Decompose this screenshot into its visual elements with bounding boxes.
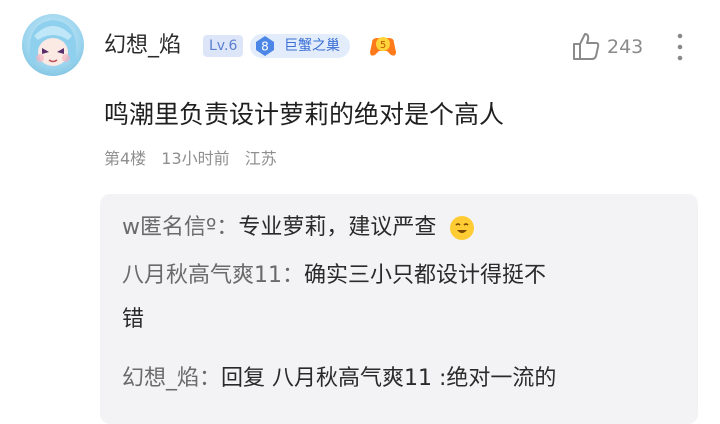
avatar[interactable] (22, 14, 84, 76)
reply-item[interactable]: w匿名信º：专业萝莉，建议严查 (122, 206, 678, 250)
reply-list[interactable]: w匿名信º：专业萝莉，建议严查 八月秋高气爽11：确实三小只都设计得挺不 错 幻… (100, 194, 698, 424)
reply-item[interactable]: 八月秋高气爽11：确实三小只都设计得挺不 错 (122, 254, 678, 342)
reply-item[interactable]: 幻想_焰：回复 八月秋高气爽11 :绝对一流的 (122, 357, 678, 401)
reply-separator: ： (282, 263, 305, 288)
more-options-icon[interactable] (672, 31, 688, 65)
group-badge[interactable]: 8 巨蟹之巢 (250, 34, 350, 58)
floor-number: 第4楼 (104, 149, 147, 168)
reply-text-continued: 错 (122, 307, 145, 332)
reply-text: 专业萝莉，建议严查 (238, 215, 437, 240)
like-count: 243 (607, 36, 644, 58)
reply-text: 回复 八月秋高气爽11 :绝对一流的 (221, 366, 557, 391)
reply-author[interactable]: 幻想_焰 (122, 366, 199, 391)
game-controller-icon: 5 (370, 37, 396, 56)
comment-meta: 第4楼 13小时前 江苏 (104, 148, 287, 170)
diamond-icon: 8 (256, 36, 274, 56)
group-name: 巨蟹之巢 (284, 38, 340, 54)
reply-separator: ： (216, 215, 239, 240)
reply-separator: ： (199, 366, 222, 391)
grin-emoji-icon (450, 216, 475, 240)
thumbs-up-icon (573, 33, 600, 60)
group-level-number: 8 (261, 40, 269, 54)
level-badge: Lv.6 (203, 35, 244, 57)
reply-text: 确实三小只都设计得挺不 (304, 263, 547, 288)
location: 江苏 (244, 149, 277, 168)
reply-author[interactable]: 八月秋高气爽11 (122, 263, 282, 288)
post-time: 13小时前 (161, 149, 230, 168)
username[interactable]: 幻想_焰 (104, 32, 181, 60)
reply-author[interactable]: w匿名信º (122, 215, 216, 240)
game-badge-number: 5 (380, 40, 386, 51)
anime-avatar-icon (30, 20, 76, 66)
comment-text: 鸣潮里负责设计萝莉的绝对是个高人 (104, 100, 505, 129)
